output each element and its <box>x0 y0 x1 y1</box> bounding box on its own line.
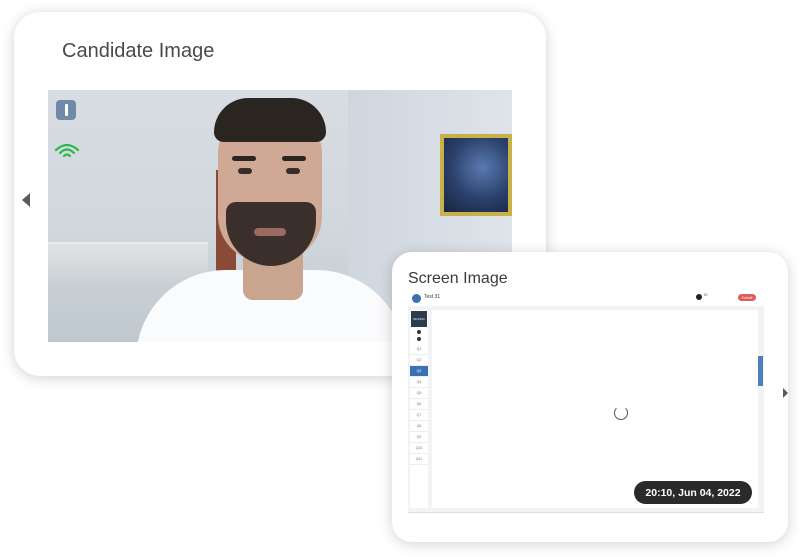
captured-question-item: Q3 <box>410 366 428 377</box>
spinner-icon <box>614 406 628 420</box>
captured-question-sidebar: 00:44:01 Q1 Q2 Q3 Q4 Q5 Q6 Q7 Q8 Q9 Q10 Q11 <box>410 310 428 508</box>
capture-timestamp-badge: 20:10, Jun 04, 2022 <box>634 481 752 504</box>
captured-question-list: Q1 Q2 Q3 Q4 Q5 Q6 Q7 Q8 Q9 Q10 Q11 <box>410 344 428 465</box>
captured-scroll-tab <box>758 356 763 386</box>
captured-timer: 00:44:01 <box>411 311 427 327</box>
avatar <box>412 294 421 303</box>
captured-main-area <box>432 310 758 508</box>
captured-question-item: Q1 <box>410 344 428 355</box>
captured-question-item: Q7 <box>410 410 428 421</box>
screen-capture: Test 31 ID Submit 00:44:01 Q1 Q2 Q3 Q4 Q5 Q6 Q… <box>408 292 764 513</box>
info-icon[interactable] <box>56 100 76 120</box>
candidate-image-title: Candidate Image <box>62 40 215 62</box>
chevron-left-icon[interactable] <box>22 193 30 207</box>
captured-test-label: Test 31 <box>424 294 441 300</box>
captured-submit-button: Submit <box>738 294 756 301</box>
dot-icon <box>417 330 421 334</box>
captured-question-item: Q10 <box>410 443 428 454</box>
screen-image-title: Screen Image <box>408 270 508 287</box>
wifi-icon <box>54 143 80 158</box>
captured-question-item: Q5 <box>410 388 428 399</box>
captured-topbar: Test 31 ID Submit <box>408 292 764 306</box>
captured-question-item: Q11 <box>410 454 428 465</box>
captured-question-item: Q8 <box>410 421 428 432</box>
chevron-right-icon[interactable] <box>783 388 788 398</box>
captured-question-item: Q9 <box>410 432 428 443</box>
captured-question-item: Q6 <box>410 399 428 410</box>
dot-icon <box>417 337 421 341</box>
captured-user-name: ID <box>704 293 708 297</box>
captured-question-item: Q4 <box>410 377 428 388</box>
user-icon <box>696 294 702 300</box>
captured-question-item: Q2 <box>410 355 428 366</box>
